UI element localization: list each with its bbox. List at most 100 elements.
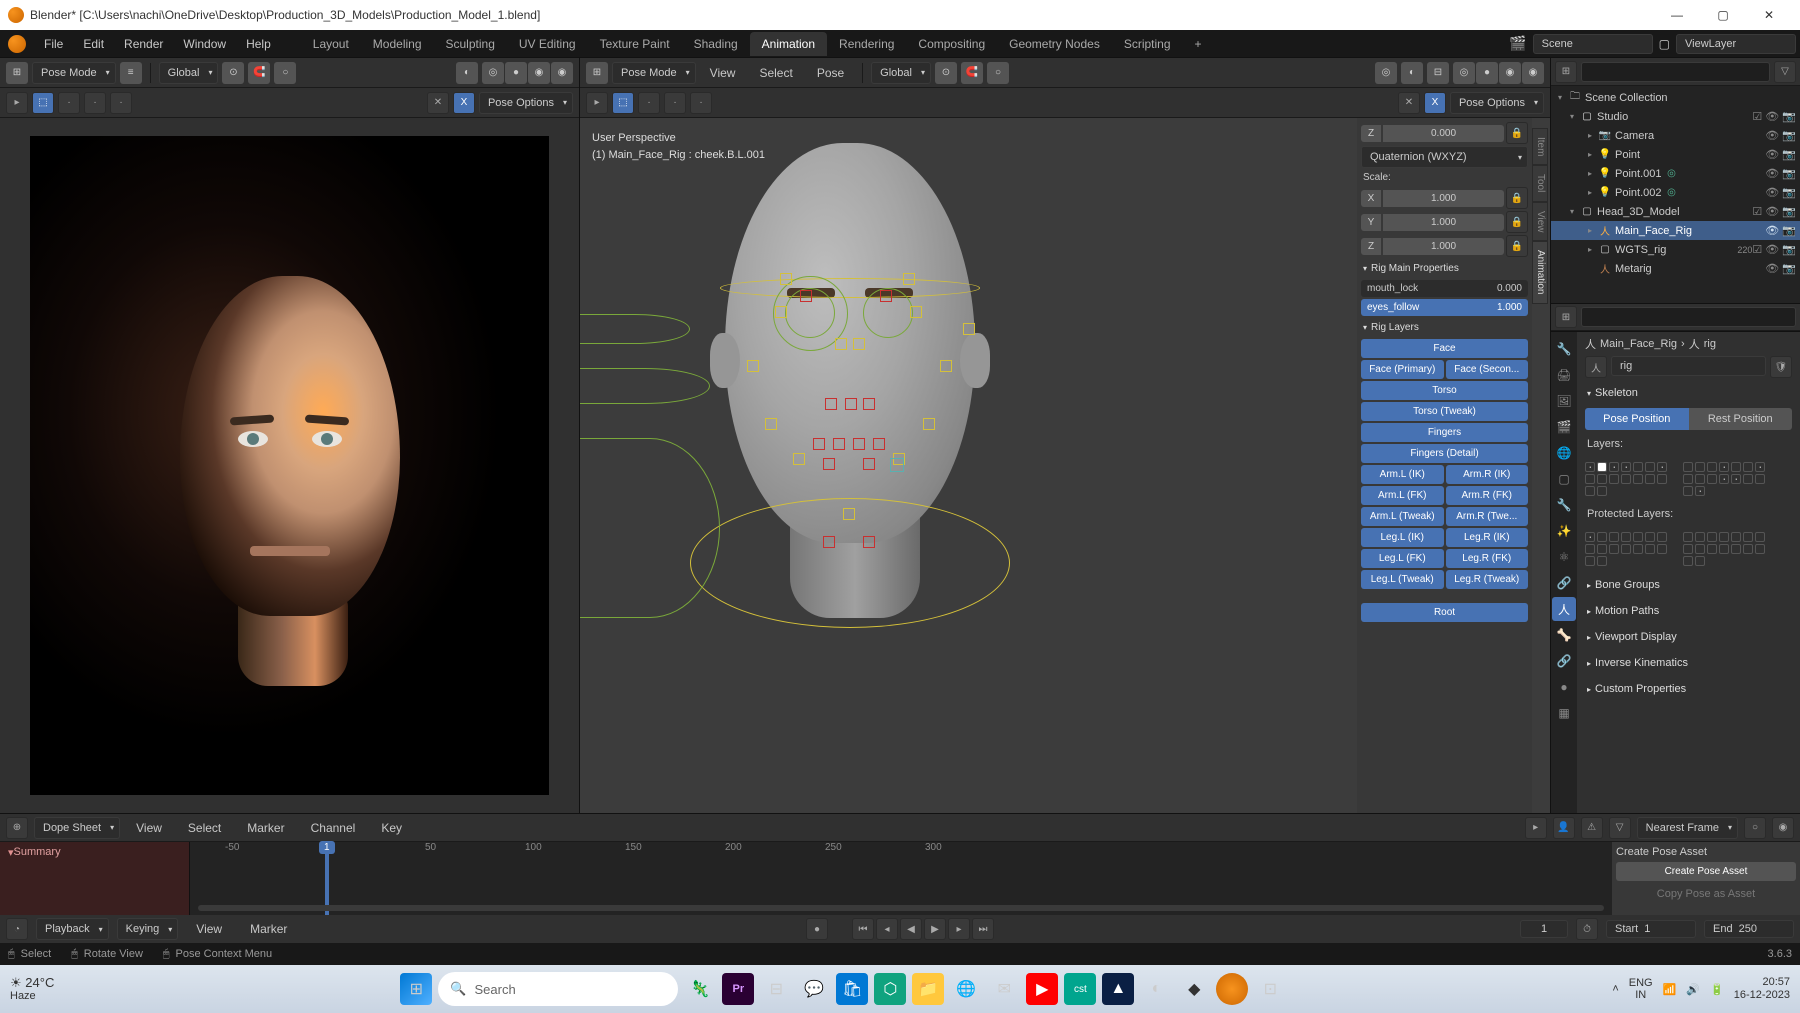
protected-layers[interactable] <box>1585 532 1792 566</box>
app-premiere[interactable]: Pr <box>722 973 754 1005</box>
menu-view-c[interactable]: View <box>700 62 746 84</box>
jump-end-icon[interactable]: ⏭ <box>972 918 994 940</box>
outliner-filter-icon[interactable]: ▽ <box>1774 61 1796 83</box>
ds-sel-icon[interactable]: ▸ <box>1525 817 1547 839</box>
app-cst[interactable]: cst <box>1064 973 1096 1005</box>
butterfly-icon-c[interactable]: ✕ <box>1398 92 1420 114</box>
breadcrumb-obj[interactable]: Main_Face_Rig <box>1600 338 1677 350</box>
jump-start-icon[interactable]: ⏮ <box>852 918 874 940</box>
overlay-icon[interactable]: ◐ <box>456 62 478 84</box>
app-chatgpt[interactable]: ⬡ <box>874 973 906 1005</box>
dopesheet-editor-icon[interactable]: ⊕ <box>6 817 28 839</box>
rig-layers-header[interactable]: Rig Layers <box>1361 318 1528 337</box>
select-box-c[interactable]: ⬚ <box>612 92 634 114</box>
tab-rendering[interactable]: Rendering <box>827 32 906 56</box>
menu-help[interactable]: Help <box>236 33 281 55</box>
app-designer[interactable]: ▲ <box>1102 973 1134 1005</box>
3d-viewport[interactable]: User Perspective (1) Main_Face_Rig : che… <box>580 118 1550 813</box>
rig-arml-tweak[interactable]: Arm.L (Tweak) <box>1361 507 1444 526</box>
wifi-icon[interactable]: 📶 <box>1663 983 1677 996</box>
rig-root[interactable]: Root <box>1361 603 1528 622</box>
volume-icon[interactable]: 🔊 <box>1686 983 1700 996</box>
prop-tab-particle[interactable]: ✨ <box>1552 519 1576 543</box>
minimize-button[interactable]: — <box>1654 0 1700 30</box>
snap-icon[interactable]: 🧲 <box>248 62 270 84</box>
prop-tab-material[interactable]: ● <box>1552 675 1576 699</box>
properties-search[interactable] <box>1581 307 1796 327</box>
play-reverse-icon[interactable]: ◀ <box>900 918 922 940</box>
eyes-follow-prop[interactable]: eyes_follow1.000 <box>1361 299 1528 316</box>
prop-tab-armature[interactable]: 人 <box>1552 597 1576 621</box>
viewport-display-header[interactable]: Viewport Display <box>1585 626 1792 648</box>
rig-face-secondary[interactable]: Face (Secon... <box>1446 360 1529 379</box>
cheek-control[interactable] <box>890 458 904 472</box>
mode-dropdown-center[interactable]: Pose Mode <box>612 62 696 84</box>
tray-chevron-icon[interactable]: ˄ <box>1612 983 1618 995</box>
armature-layers[interactable] <box>1585 462 1792 496</box>
app-youtube[interactable]: ▶ <box>1026 973 1058 1005</box>
pose-options-c[interactable]: Pose Options <box>1450 92 1544 114</box>
editor-type-icon[interactable]: ⊞ <box>6 62 28 84</box>
prop-tab-physics[interactable]: ⚛ <box>1552 545 1576 569</box>
tab-compositing[interactable]: Compositing <box>906 32 997 56</box>
rig-armr-ik[interactable]: Arm.R (IK) <box>1446 465 1529 484</box>
props-editor-icon[interactable]: ⊞ <box>1555 306 1577 328</box>
copy-pose-asset-button[interactable]: Copy Pose as Asset <box>1616 885 1796 903</box>
app-unknown[interactable]: ⊡ <box>1254 973 1286 1005</box>
outliner-wgts[interactable]: ▸▢WGTS_rig220☑ 👁 📷 <box>1551 240 1800 259</box>
custom-props-header[interactable]: Custom Properties <box>1585 678 1792 700</box>
outliner-point002[interactable]: ▸💡Point.002◎👁 📷 <box>1551 183 1800 202</box>
rendered-viewport[interactable] <box>30 136 549 795</box>
rig-legl-fk[interactable]: Leg.L (FK) <box>1361 549 1444 568</box>
select-box-icon[interactable]: ⬚ <box>32 92 54 114</box>
pivot-icon-c[interactable]: ⊙ <box>935 62 957 84</box>
rig-legr-ik[interactable]: Leg.R (IK) <box>1446 528 1529 547</box>
shading-rendered-c[interactable]: ◉ <box>1522 62 1544 84</box>
app-obsidian[interactable]: ◆ <box>1178 973 1210 1005</box>
pose-position-button[interactable]: Pose Position <box>1585 408 1689 430</box>
snap-icon-c[interactable]: 🧲 <box>961 62 983 84</box>
menu-render[interactable]: Render <box>114 33 173 55</box>
tab-texturepaint[interactable]: Texture Paint <box>588 32 682 56</box>
prop-tab-modifier[interactable]: 🔧 <box>1552 493 1576 517</box>
outliner-editor-icon[interactable]: ⊞ <box>1555 61 1577 83</box>
tab-sculpting[interactable]: Sculpting <box>434 32 507 56</box>
dopesheet-mode[interactable]: Dope Sheet <box>34 817 120 839</box>
outliner-search[interactable] <box>1581 62 1770 82</box>
shading-solid-c[interactable]: ● <box>1476 62 1498 84</box>
ds-view[interactable]: View <box>126 817 172 839</box>
app-axolotl[interactable]: 🦎 <box>684 973 716 1005</box>
ntab-animation[interactable]: Animation <box>1532 241 1548 303</box>
prop-tab-scene[interactable]: 🎬 <box>1552 415 1576 439</box>
menu-select-c[interactable]: Select <box>749 62 802 84</box>
rig-torso[interactable]: Torso <box>1361 381 1528 400</box>
create-pose-asset-header[interactable]: Create Pose Asset <box>1616 846 1796 858</box>
tool-b-icon[interactable]: · <box>84 92 106 114</box>
proportional-icon-c[interactable]: ○ <box>987 62 1009 84</box>
tool-ca[interactable]: · <box>638 92 660 114</box>
taskbar-search[interactable]: 🔍Search <box>438 972 678 1006</box>
outliner-point001[interactable]: ▸💡Point.001◎👁 📷 <box>1551 164 1800 183</box>
orientation-dropdown-c[interactable]: Global <box>871 62 931 84</box>
rig-legr-tweak[interactable]: Leg.R (Tweak) <box>1446 570 1529 589</box>
app-chat[interactable]: 💬 <box>798 973 830 1005</box>
editor-type-icon-c[interactable]: ⊞ <box>586 62 608 84</box>
app-taskview[interactable]: ⊟ <box>760 973 792 1005</box>
menu-window[interactable]: Window <box>173 33 236 55</box>
gizmo-icon-c[interactable]: ◎ <box>1375 62 1397 84</box>
rig-legr-fk[interactable]: Leg.R (FK) <box>1446 549 1529 568</box>
rig-main-props-header[interactable]: Rig Main Properties <box>1361 259 1528 278</box>
outliner-head-collection[interactable]: ▾▢Head_3D_Model☑ 👁 📷 <box>1551 202 1800 221</box>
tab-uvediting[interactable]: UV Editing <box>507 32 588 56</box>
tab-scripting[interactable]: Scripting <box>1112 32 1183 56</box>
prev-key-icon[interactable]: ◂ <box>876 918 898 940</box>
x-mirror-icon[interactable]: X <box>453 92 475 114</box>
rotation-mode[interactable]: Quaternion (WXYZ) <box>1361 146 1528 168</box>
maximize-button[interactable]: ▢ <box>1700 0 1746 30</box>
rig-armr-fk[interactable]: Arm.R (FK) <box>1446 486 1529 505</box>
motion-paths-header[interactable]: Motion Paths <box>1585 600 1792 622</box>
tab-shading[interactable]: Shading <box>682 32 750 56</box>
tab-layout[interactable]: Layout <box>301 32 361 56</box>
loc-z[interactable]: 0.000 <box>1383 125 1504 142</box>
app-explorer[interactable]: 📁 <box>912 973 944 1005</box>
